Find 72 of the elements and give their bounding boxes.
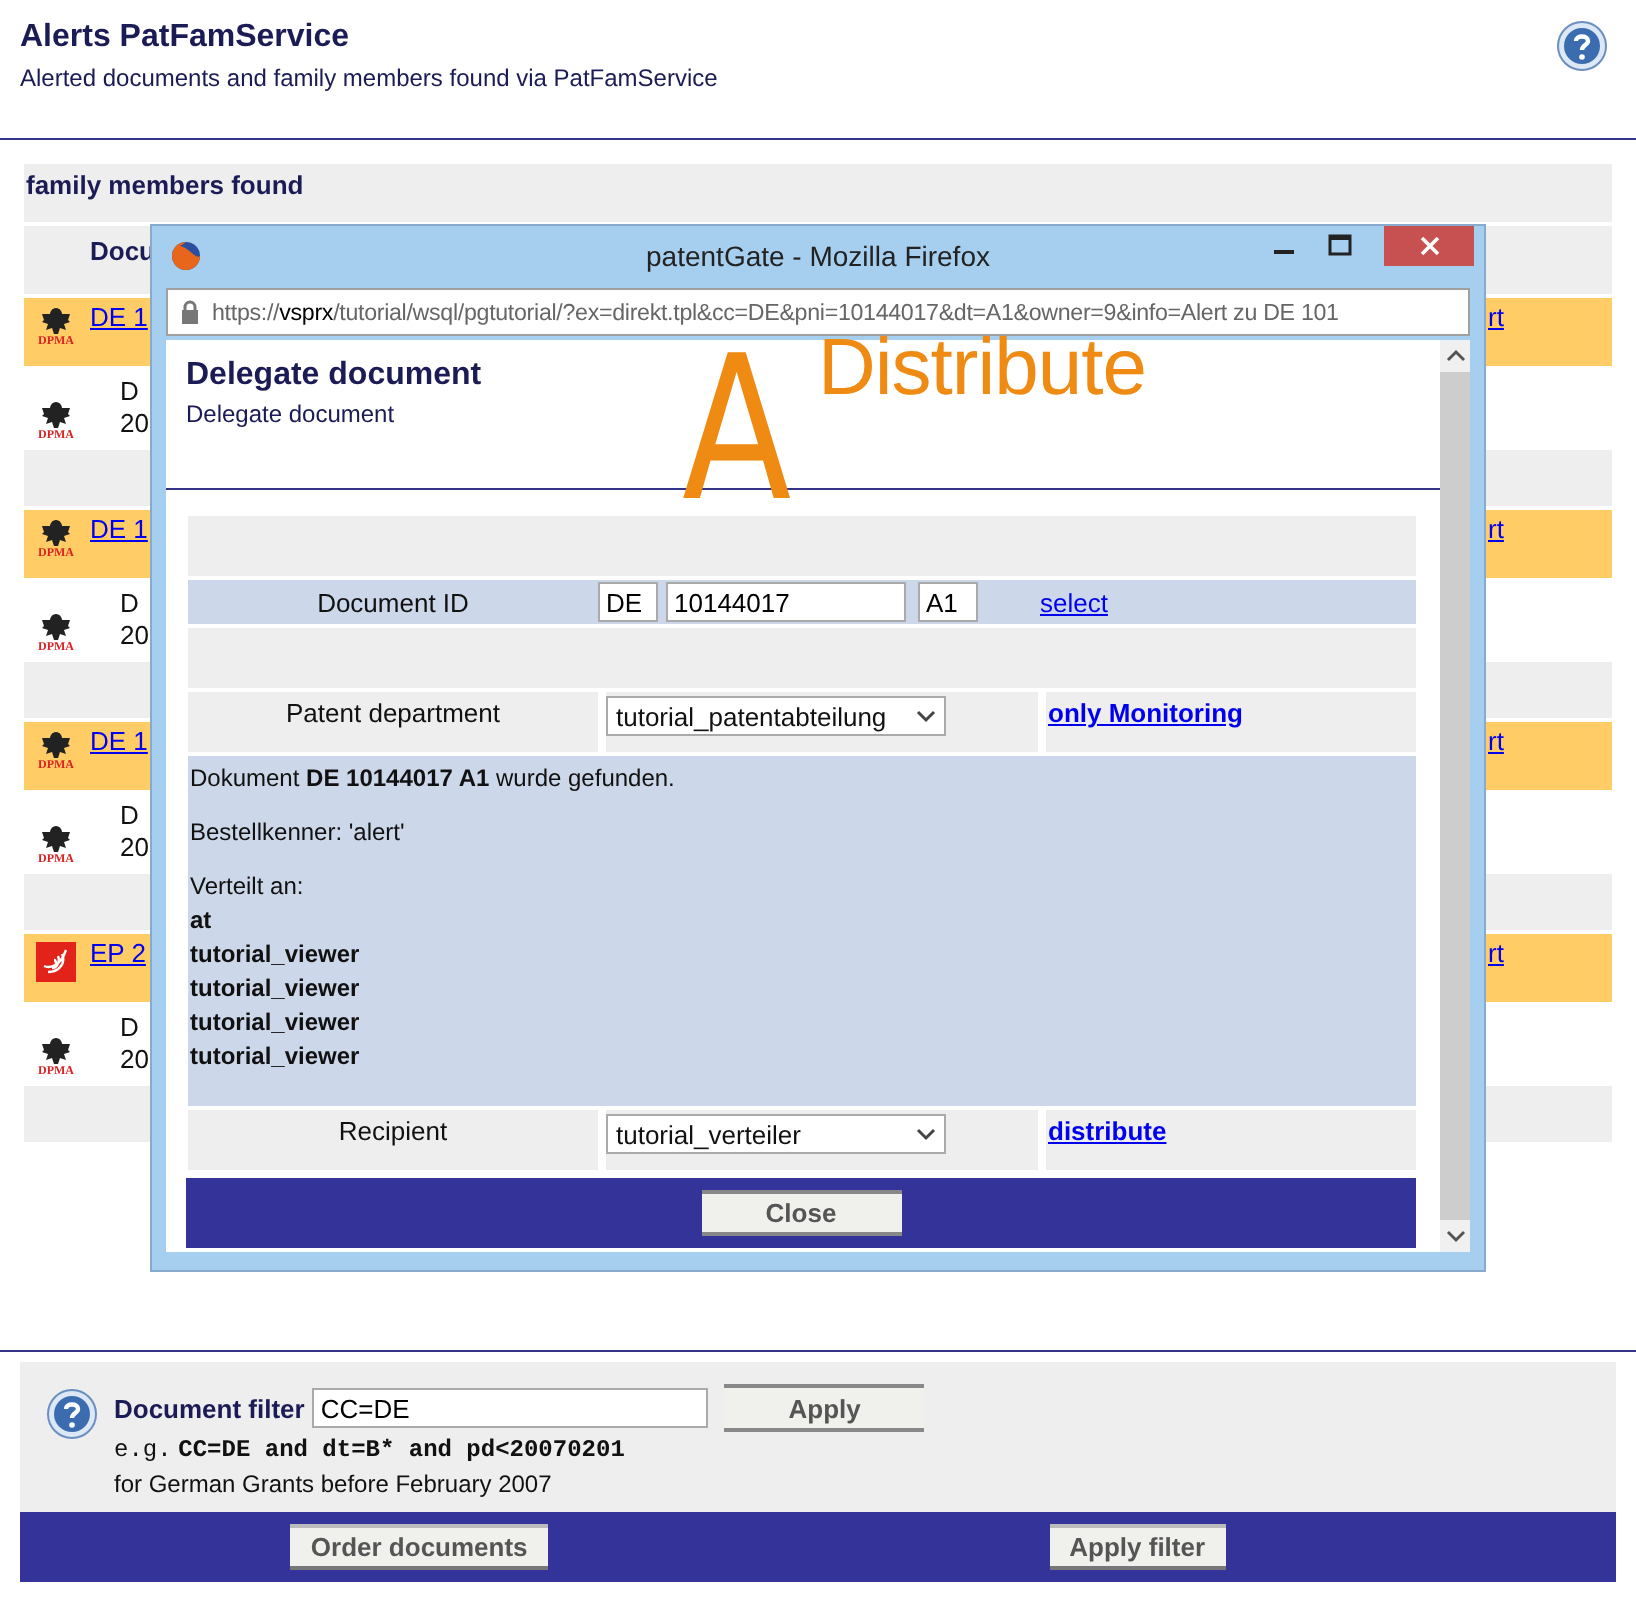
- maximize-icon[interactable]: [1328, 234, 1352, 258]
- document-link[interactable]: EP 2: [90, 938, 146, 968]
- example-query: CC=DE and dt=B* and pd<20070201: [178, 1436, 625, 1464]
- action-button[interactable]: Apply filter: [1049, 1524, 1226, 1570]
- action-button[interactable]: Order documents: [290, 1524, 548, 1570]
- document-link[interactable]: DE 1: [90, 302, 148, 332]
- field-label: Recipient: [338, 1116, 448, 1146]
- example-prefix: e.g.: [114, 1436, 172, 1464]
- close-button[interactable]: Close: [701, 1190, 901, 1236]
- chevron-down-icon: [916, 708, 936, 724]
- eagle-icon: [38, 400, 74, 430]
- number-field[interactable]: 10144017: [666, 582, 906, 622]
- family-document: D: [120, 800, 139, 832]
- recipient-name: at: [190, 904, 214, 938]
- kind-field[interactable]: A1: [918, 582, 978, 622]
- filter-note: for German Grants before February 2007: [114, 1470, 554, 1498]
- family-document: D: [120, 376, 139, 408]
- help-icon[interactable]: [1556, 20, 1608, 72]
- section-title: family members found: [24, 168, 306, 204]
- chevron-down-icon: [916, 1126, 936, 1142]
- filter-input[interactable]: CC=DE: [312, 1388, 709, 1428]
- spiral-logo-icon: [36, 942, 76, 982]
- recipient-name: tutorial_viewer: [190, 938, 362, 972]
- window-title: patentGate - Mozilla Firefox: [646, 240, 990, 272]
- department-dropdown[interactable]: tutorial_patentabteilung: [606, 696, 946, 736]
- order-message: Bestellkenner: 'alert': [190, 816, 407, 850]
- country-field[interactable]: DE: [598, 582, 658, 622]
- scroll-up-icon[interactable]: [1445, 348, 1465, 364]
- eagle-icon: [38, 824, 74, 854]
- firefox-icon: [170, 239, 202, 271]
- alert-link[interactable]: rt: [1488, 302, 1504, 332]
- distribute-link[interactable]: distribute: [1048, 1116, 1167, 1146]
- logo-letter: A: [682, 330, 792, 530]
- eagle-icon: [38, 518, 74, 548]
- found-message: Dokument DE 10144017 A1 wurde gefunden.: [190, 762, 677, 796]
- dialog-subheading: Delegate document: [186, 400, 395, 428]
- page-title: Alerts PatFamService: [20, 20, 352, 56]
- lock-icon: [180, 300, 200, 324]
- recipient-dropdown[interactable]: tutorial_verteiler: [606, 1114, 946, 1154]
- family-document: D: [120, 588, 139, 620]
- scrollbar[interactable]: [1440, 340, 1470, 1252]
- distributed-label: Verteilt an:: [190, 870, 306, 904]
- alert-link[interactable]: rt: [1488, 938, 1504, 968]
- filter-label: Document filter: [114, 1393, 305, 1423]
- document-link[interactable]: DE 1: [90, 514, 148, 544]
- select-link[interactable]: select: [1040, 587, 1108, 617]
- monitoring-link[interactable]: only Monitoring: [1048, 698, 1243, 728]
- recipient-name: tutorial_viewer: [190, 972, 362, 1006]
- alert-link[interactable]: rt: [1488, 514, 1504, 544]
- family-date: 20: [120, 408, 149, 440]
- family-date: 20: [120, 1044, 149, 1076]
- help-icon[interactable]: [46, 1388, 98, 1440]
- alert-link[interactable]: rt: [1488, 726, 1504, 756]
- url-text: https://vsprx/tutorial/wsql/pgtutorial/?ex=direkt.tpl&cc=DE&pni=10144017&dt=A1&owner=9&info=Alert zu DE 101: [212, 299, 1339, 325]
- page-subtitle: Alerted documents and family members found via PatFamService: [20, 64, 718, 92]
- eagle-icon: [38, 730, 74, 760]
- family-date: 20: [120, 832, 149, 864]
- family-document: D: [120, 1012, 139, 1044]
- apply-button[interactable]: Apply: [724, 1384, 925, 1432]
- close-icon[interactable]: [1384, 226, 1474, 266]
- url-bar[interactable]: https://vsprx/tutorial/wsql/pgtutorial/?ex=direkt.tpl&cc=DE&pni=10144017&dt=A1&owner=9&info=Alert zu DE 101: [166, 288, 1470, 336]
- field-label: Document ID: [317, 587, 469, 617]
- field-label: Patent department: [286, 698, 500, 728]
- scroll-down-icon[interactable]: [1445, 1228, 1465, 1244]
- document-link[interactable]: DE 1: [90, 726, 148, 756]
- dialog-heading: Delegate document: [186, 358, 482, 394]
- eagle-icon: [38, 612, 74, 642]
- family-date: 20: [120, 620, 149, 652]
- eagle-icon: [38, 306, 74, 336]
- recipient-name: tutorial_viewer: [190, 1040, 362, 1074]
- recipient-name: tutorial_viewer: [190, 1006, 362, 1040]
- eagle-icon: [38, 1036, 74, 1066]
